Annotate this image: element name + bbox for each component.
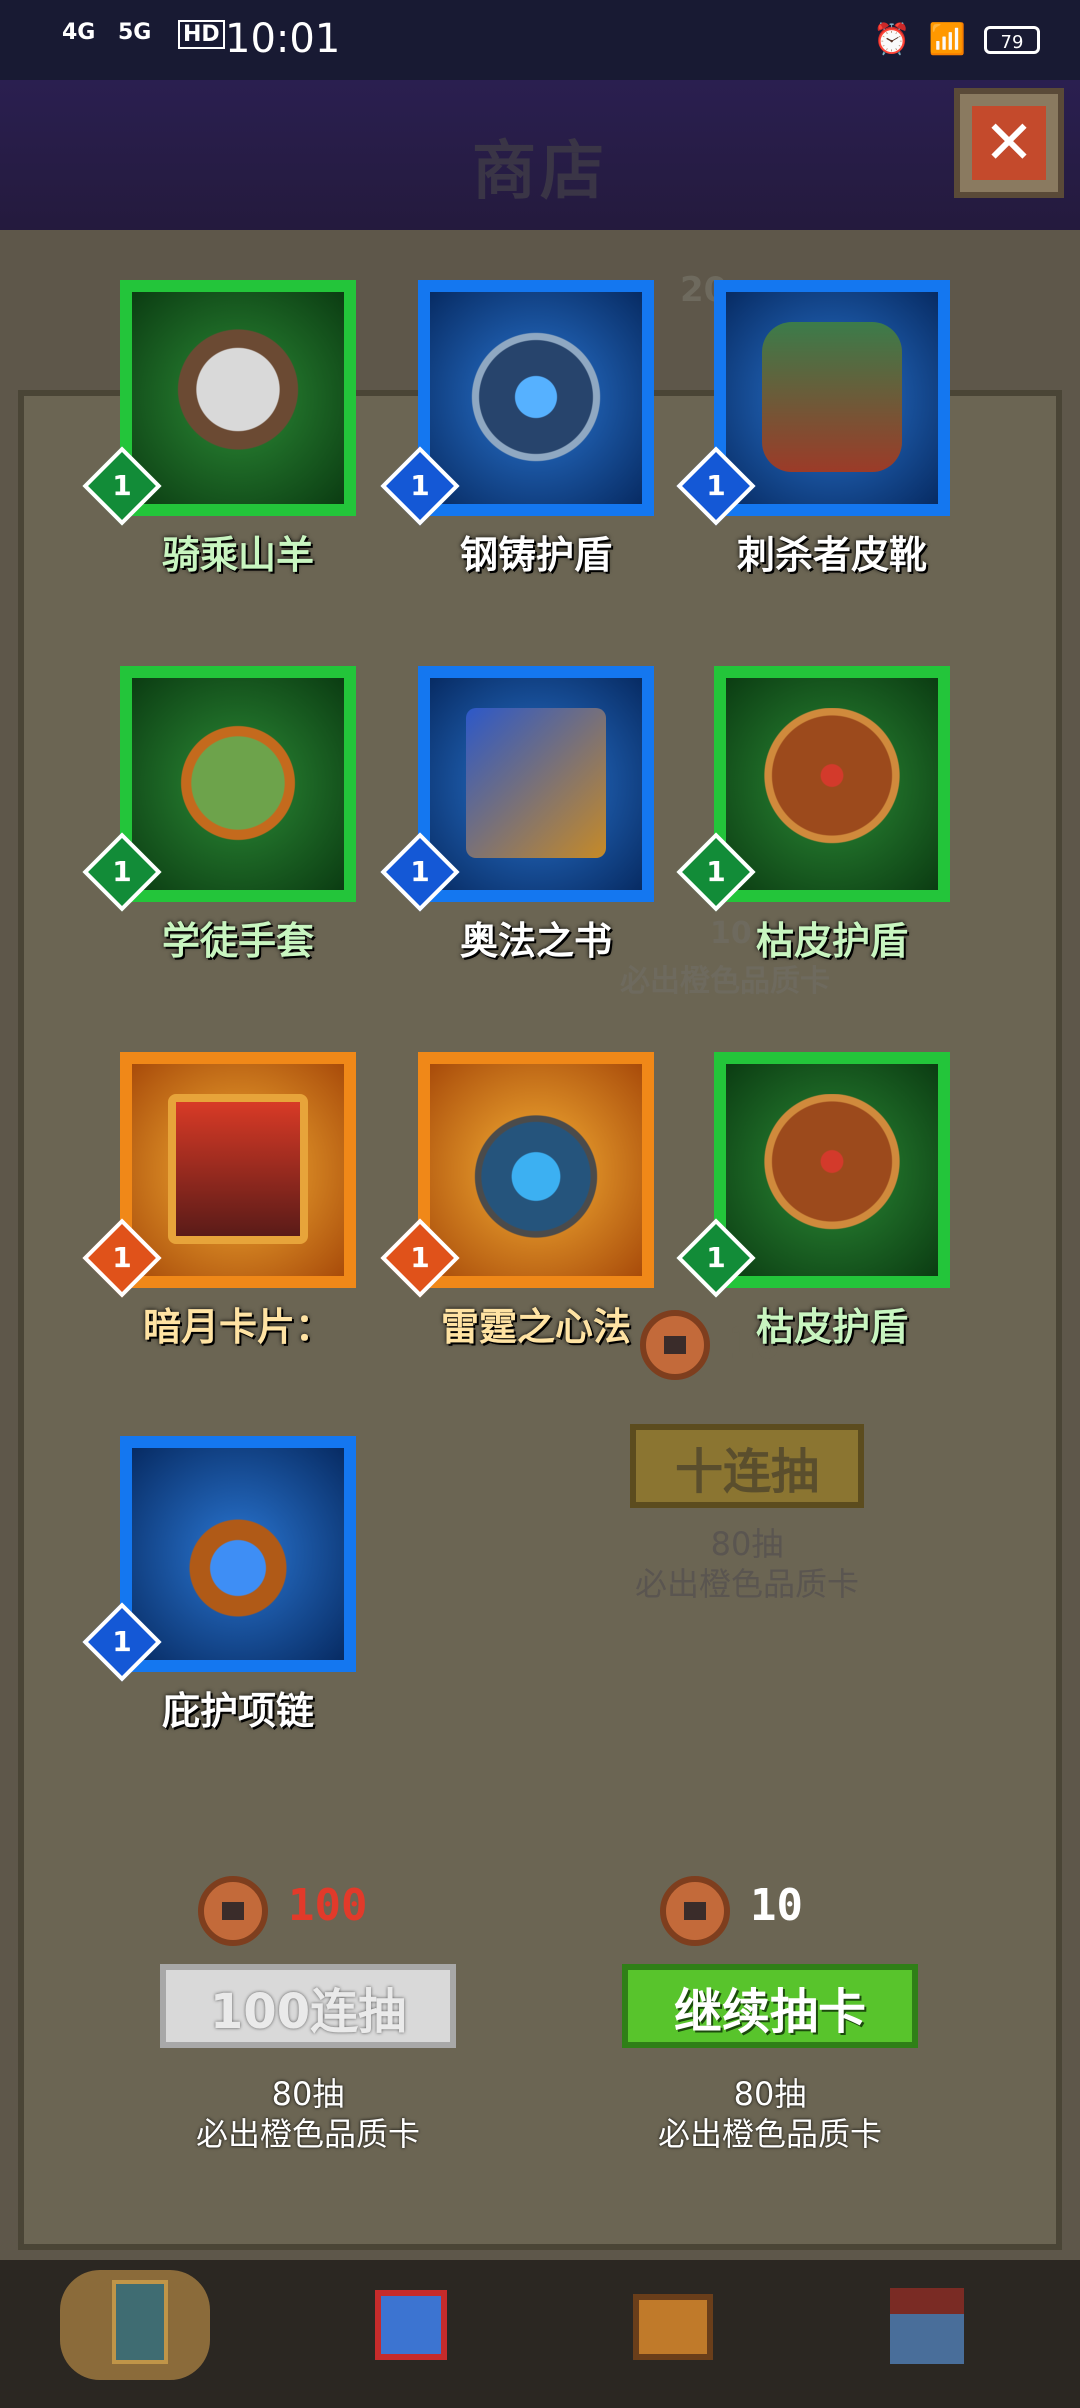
draw-100-note-line1: 80抽 (271, 2075, 345, 2113)
card-name: 枯皮护盾 (755, 1305, 908, 1349)
level-badge-value: 1 (112, 1241, 132, 1274)
volcano-card-icon (168, 1094, 308, 1244)
ten-draw-note-line1: 80抽 (710, 1525, 784, 1563)
goat-icon (168, 322, 308, 472)
level-badge-value: 1 (410, 1241, 430, 1274)
card-name: 钢铸护盾 (459, 533, 612, 577)
draw-100-note-line2: 必出橙色品质卡 (195, 2115, 420, 2153)
bark-shield-icon (762, 708, 902, 858)
signal-5g-icon: 5G (118, 20, 152, 45)
cost-coin-icon (198, 1876, 268, 1946)
card-name: 学徒手套 (161, 919, 314, 963)
ten-draw-note-line2: 必出橙色品质卡 (634, 1565, 859, 1603)
status-bar: 4G 5G HD 10:01 ⏰ 📶 79 (0, 0, 1080, 80)
card-name: 刺杀者皮靴 (736, 533, 927, 577)
hd-icon: HD (178, 20, 225, 49)
level-badge-value: 1 (706, 469, 726, 502)
nav-house[interactable] (850, 2270, 1000, 2380)
level-badge-value: 1 (410, 469, 430, 502)
level-badge-value: 1 (112, 855, 132, 888)
signal-4g-icon: 4G (62, 20, 96, 45)
close-button[interactable]: ✕ (954, 88, 1064, 198)
draw-100-button[interactable]: 100连抽 (160, 1964, 456, 2048)
cost-coin-icon (660, 1876, 730, 1946)
treasure-chest-icon (633, 2294, 713, 2360)
nav-gifts[interactable] (335, 2270, 485, 2380)
glove-icon (168, 708, 308, 858)
house-icon (890, 2288, 964, 2364)
continue-draw-button[interactable]: 继续抽卡 (622, 1964, 918, 2048)
level-badge-value: 1 (112, 469, 132, 502)
boots-icon (762, 322, 902, 472)
card-name: 雷霆之心法 (440, 1305, 631, 1349)
ten-draw-button[interactable]: 十连抽 (630, 1424, 864, 1508)
card-name: 枯皮护盾 (755, 919, 908, 963)
level-badge-value: 1 (706, 1241, 726, 1274)
bark-shield-icon (762, 1094, 902, 1244)
shield-icon (466, 322, 606, 472)
thunder-heart-icon (466, 1094, 606, 1244)
shop-header: 商店 (0, 80, 1080, 230)
alarm-icon: ⏰ (873, 22, 911, 57)
card-name: 奥法之书 (459, 919, 612, 963)
card-deck-icon (112, 2280, 168, 2364)
book-icon (466, 708, 606, 858)
draw-continue-note-line1: 80抽 (733, 2075, 807, 2113)
nav-cards[interactable] (60, 2270, 210, 2380)
card-name: 庇护项链 (161, 1689, 314, 1733)
gift-icon (375, 2290, 447, 2360)
ten-draw-note: 80抽 必出橙色品质卡 (587, 1524, 907, 1604)
draw-100-note: 80抽 必出橙色品质卡 (148, 2074, 468, 2154)
draw-continue-note-line2: 必出橙色品质卡 (657, 2115, 882, 2153)
wifi-icon: 📶 (928, 22, 966, 57)
draw-100-cost: 100 (288, 1880, 368, 1931)
close-icon: ✕ (972, 106, 1046, 180)
level-badge-value: 1 (112, 1625, 132, 1658)
clock: 10:01 (225, 16, 341, 62)
battery-icon: 79 (984, 25, 1040, 54)
card-name: 骑乘山羊 (161, 533, 314, 577)
level-badge-value: 1 (410, 855, 430, 888)
draw-continue-cost: 10 (750, 1880, 803, 1931)
page-title: 商店 (472, 135, 608, 209)
necklace-icon (168, 1478, 308, 1628)
draw-continue-note: 80抽 必出橙色品质卡 (610, 2074, 930, 2154)
level-badge-value: 1 (706, 855, 726, 888)
card-name: 暗月卡片： (142, 1305, 333, 1349)
nav-chest[interactable] (595, 2270, 745, 2380)
